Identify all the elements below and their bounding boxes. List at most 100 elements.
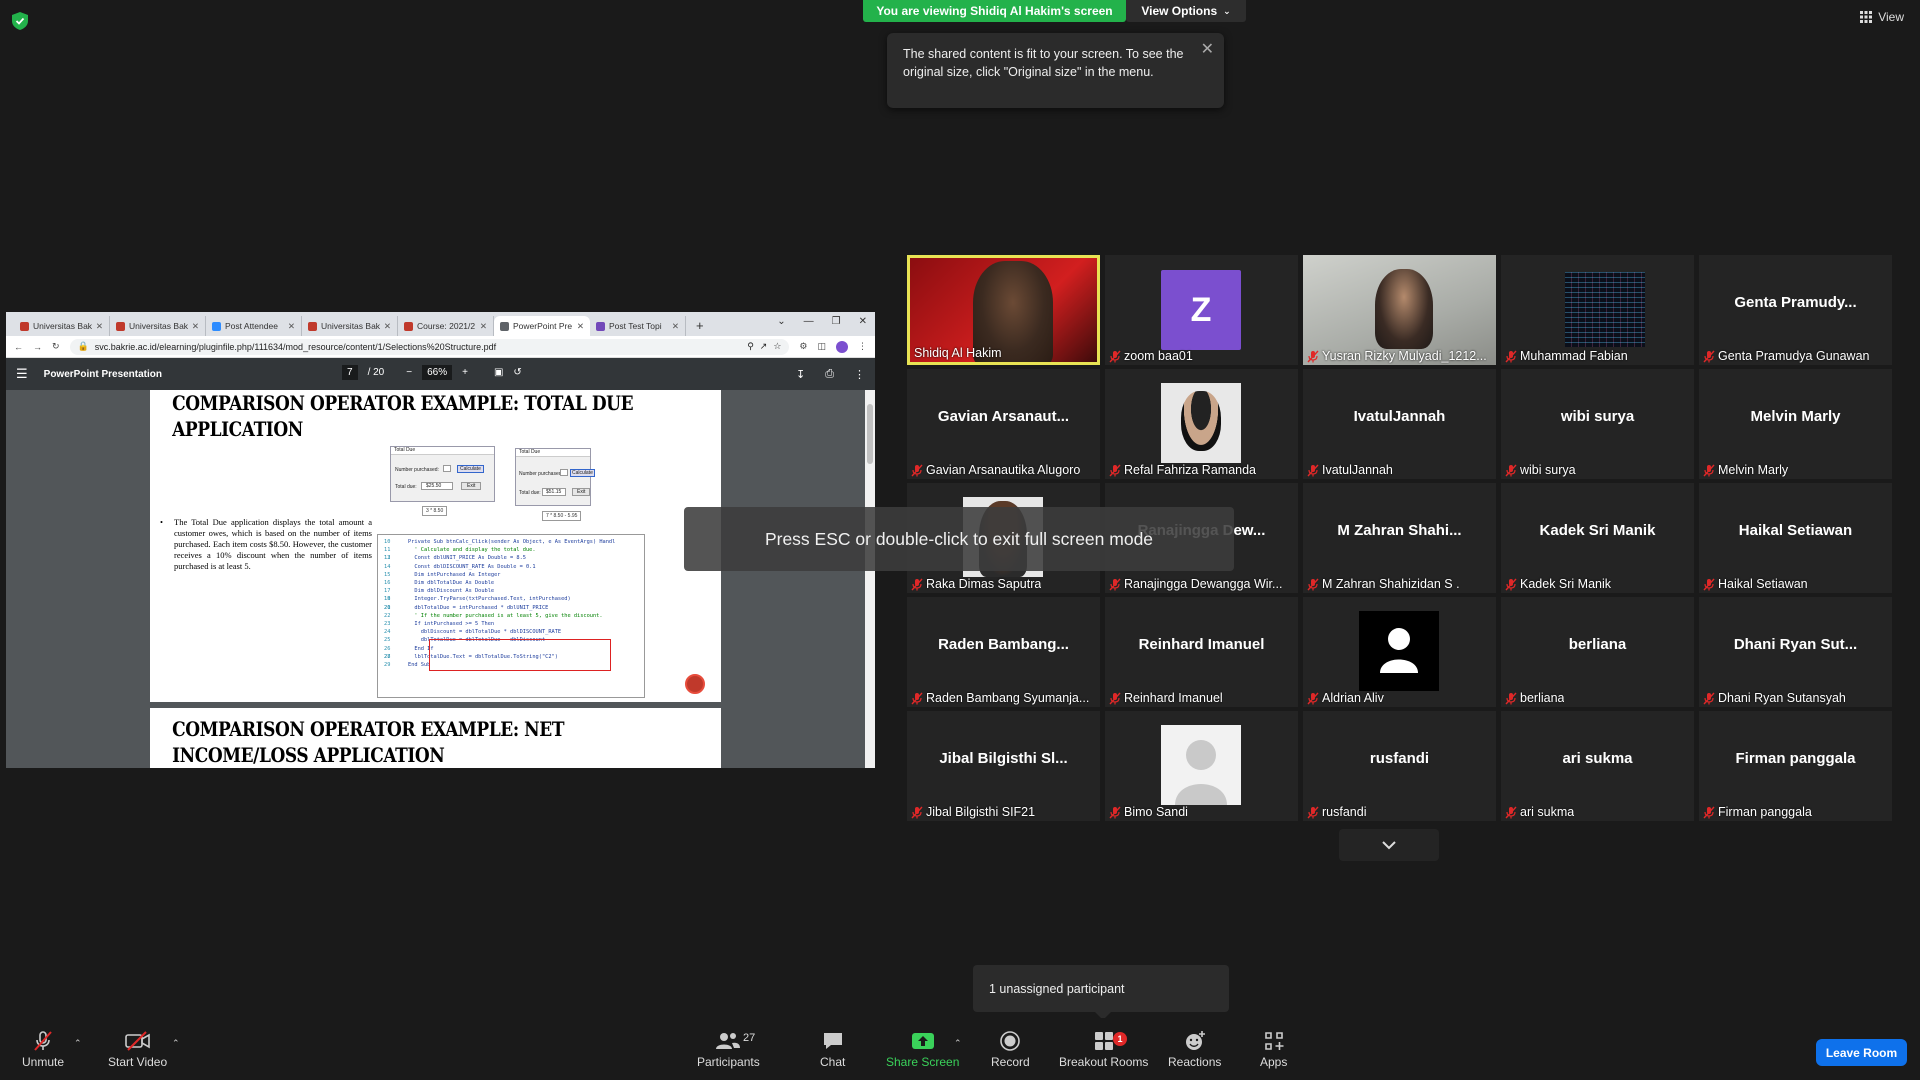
view-button[interactable]: View xyxy=(1860,10,1904,24)
chat-button[interactable]: Chat xyxy=(820,1030,845,1069)
participant-tile[interactable]: IvatulJannah IvatulJannah xyxy=(1303,369,1496,479)
participant-name: zoom baa01 xyxy=(1124,349,1193,363)
menu-icon[interactable]: ⋮ xyxy=(858,341,867,352)
fit-page-icon[interactable]: ▣ xyxy=(494,367,503,378)
tab-close-icon[interactable]: ✕ xyxy=(577,321,584,332)
back-icon[interactable]: ← xyxy=(14,342,23,352)
participant-tile[interactable]: Melvin Marly Melvin Marly xyxy=(1699,369,1892,479)
video-options-caret-icon[interactable]: ⌃ xyxy=(172,1038,180,1049)
minimize-icon[interactable]: — xyxy=(804,316,814,327)
star-icon[interactable]: ☆ xyxy=(773,341,781,352)
participant-name-label: IvatulJannah xyxy=(1307,462,1393,478)
zoom-in-icon[interactable]: + xyxy=(462,367,468,378)
audio-options-caret-icon[interactable]: ⌃ xyxy=(74,1038,82,1049)
scrollbar-thumb[interactable] xyxy=(867,404,873,464)
restore-icon[interactable]: ❐ xyxy=(832,316,841,327)
participant-tile[interactable]: M Zahran Shahi... M Zahran Shahizidan S . xyxy=(1303,483,1496,593)
code-text: dblDiscount = dblTotalDue * dblDISCOUNT_… xyxy=(408,629,562,636)
browser-tab[interactable]: Post Test Topi ✕ xyxy=(590,316,686,336)
zoom-icon[interactable]: ⚲ xyxy=(747,341,754,352)
participant-tile[interactable]: wibi surya wibi surya xyxy=(1501,369,1694,479)
participant-tile[interactable]: Gavian Arsanaut... Gavian Arsanautika Alu… xyxy=(907,369,1100,479)
participant-tile[interactable]: Zzoom baa01 xyxy=(1105,255,1298,365)
participant-tile[interactable]: Aldrian Aliv xyxy=(1303,597,1496,707)
participant-name-label: Firman panggala xyxy=(1703,804,1812,820)
download-icon[interactable]: ↧ xyxy=(796,368,805,381)
start-video-label: Start Video xyxy=(108,1055,168,1069)
browser-tab[interactable]: Universitas Bakr ✕ xyxy=(302,316,398,336)
browser-tab[interactable]: Course: 2021/2 ✕ xyxy=(398,316,494,336)
participant-tile[interactable]: Haikal Setiawan Haikal Setiawan xyxy=(1699,483,1892,593)
code-line-number: 24 xyxy=(384,629,391,636)
unmute-button[interactable]: Unmute xyxy=(22,1030,64,1069)
participant-tile[interactable]: Firman panggala Firman panggala xyxy=(1699,711,1892,821)
url-field[interactable]: 🔒 svc.bakrie.ac.id/elearning/pluginfile.… xyxy=(69,338,790,355)
page-number-input[interactable]: 7 xyxy=(342,365,358,380)
code-line-number: 26 xyxy=(384,645,391,652)
participant-tile[interactable]: Reinhard Imanuel Reinhard Imanuel xyxy=(1105,597,1298,707)
breakout-rooms-button[interactable]: Breakout Rooms xyxy=(1059,1030,1148,1069)
share-icon[interactable]: ↗ xyxy=(760,341,768,352)
rotate-icon[interactable]: ↺ xyxy=(513,367,521,378)
record-button[interactable]: Record xyxy=(991,1030,1030,1069)
share-options-caret-icon[interactable]: ⌃ xyxy=(954,1038,962,1049)
participant-tile[interactable]: ari sukma ari sukma xyxy=(1501,711,1694,821)
hamburger-menu-icon[interactable]: ☰ xyxy=(16,366,28,382)
extensions-icon[interactable]: ⚙ xyxy=(799,341,807,352)
tab-favicon-icon xyxy=(116,321,125,331)
participant-tile[interactable]: berliana berliana xyxy=(1501,597,1694,707)
participant-tile[interactable]: Shidiq Al Hakim xyxy=(907,255,1100,365)
pdf-scrollbar[interactable] xyxy=(865,390,875,768)
close-icon[interactable]: ✕ xyxy=(859,316,867,327)
browser-tab[interactable]: PowerPoint Pre ✕ xyxy=(494,316,590,336)
form-value: $51.15 xyxy=(542,488,566,496)
zoom-out-icon[interactable]: − xyxy=(406,367,412,378)
profile-avatar[interactable] xyxy=(836,340,848,353)
unassigned-participant-notice[interactable]: 1 unassigned participant xyxy=(973,965,1229,1020)
reactions-button[interactable]: Reactions xyxy=(1168,1030,1221,1069)
participant-name: Gavian Arsanautika Alugoro xyxy=(926,463,1081,477)
gallery-next-page-button[interactable] xyxy=(1339,829,1439,861)
print-icon[interactable]: ⎙ xyxy=(825,368,834,381)
participant-tile[interactable]: Refal Fahriza Ramanda xyxy=(1105,369,1298,479)
participant-tile[interactable]: Genta Pramudy... Genta Pramudya Gunawan xyxy=(1699,255,1892,365)
grid-icon xyxy=(1860,11,1873,23)
start-video-button[interactable]: Start Video xyxy=(108,1030,167,1069)
view-options-button[interactable]: View Options ⌄ xyxy=(1126,0,1246,22)
participant-tile[interactable]: Yusran Rizky Mulyadi_1212... xyxy=(1303,255,1496,365)
new-tab-icon[interactable]: + xyxy=(696,318,704,333)
participant-display-name: berliana xyxy=(1568,635,1627,653)
participant-name-label: Ranajingga Dewangga Wir... xyxy=(1109,576,1282,592)
tab-close-icon[interactable]: ✕ xyxy=(384,321,391,332)
tab-close-icon[interactable]: ✕ xyxy=(96,321,103,332)
browser-tab[interactable]: Post Attendee ✕ xyxy=(206,316,302,336)
forward-icon[interactable]: → xyxy=(33,342,42,352)
participant-tile[interactable]: Jibal Bilgisthi Sl... Jibal Bilgisthi SIF… xyxy=(907,711,1100,821)
leave-room-button[interactable]: Leave Room xyxy=(1816,1039,1907,1066)
participant-tile[interactable]: rusfandi rusfandi xyxy=(1303,711,1496,821)
close-icon[interactable]: ✕ xyxy=(1201,41,1214,59)
tab-close-icon[interactable]: ✕ xyxy=(672,321,679,332)
form-button: Exit xyxy=(461,482,482,490)
participant-tile[interactable]: Bimo Sandi xyxy=(1105,711,1298,821)
tab-close-icon[interactable]: ✕ xyxy=(192,321,199,332)
dropdown-icon[interactable]: ⌄ xyxy=(777,316,785,327)
tab-close-icon[interactable]: ✕ xyxy=(288,321,295,332)
participant-tile[interactable]: Raden Bambang... Raden Bambang Syumanja..… xyxy=(907,597,1100,707)
pdf-viewport[interactable]: Comparison Operator Example: Total Due A… xyxy=(6,390,875,768)
reload-icon[interactable]: ↻ xyxy=(52,341,60,352)
code-text: Dim dblDiscount As Double xyxy=(408,588,495,595)
browser-tab[interactable]: Universitas Bakr ✕ xyxy=(14,316,110,336)
participant-tile[interactable]: Muhammad Fabian xyxy=(1501,255,1694,365)
participant-tile[interactable]: Kadek Sri Manik Kadek Sri Manik xyxy=(1501,483,1694,593)
participant-name: ari sukma xyxy=(1520,805,1575,819)
tab-close-icon[interactable]: ✕ xyxy=(480,321,487,332)
sidepanel-icon[interactable]: ◫ xyxy=(817,341,826,352)
browser-tab[interactable]: Universitas Bakr ✕ xyxy=(110,316,206,336)
participant-tile[interactable]: Dhani Ryan Sut... Dhani Ryan Sutansyah xyxy=(1699,597,1892,707)
zoom-input[interactable]: 66% xyxy=(422,365,453,380)
apps-button[interactable]: Apps xyxy=(1260,1030,1287,1069)
more-icon[interactable]: ⋮ xyxy=(854,368,865,381)
security-shield-icon[interactable] xyxy=(12,12,28,30)
share-screen-button[interactable]: Share Screen xyxy=(886,1030,959,1069)
